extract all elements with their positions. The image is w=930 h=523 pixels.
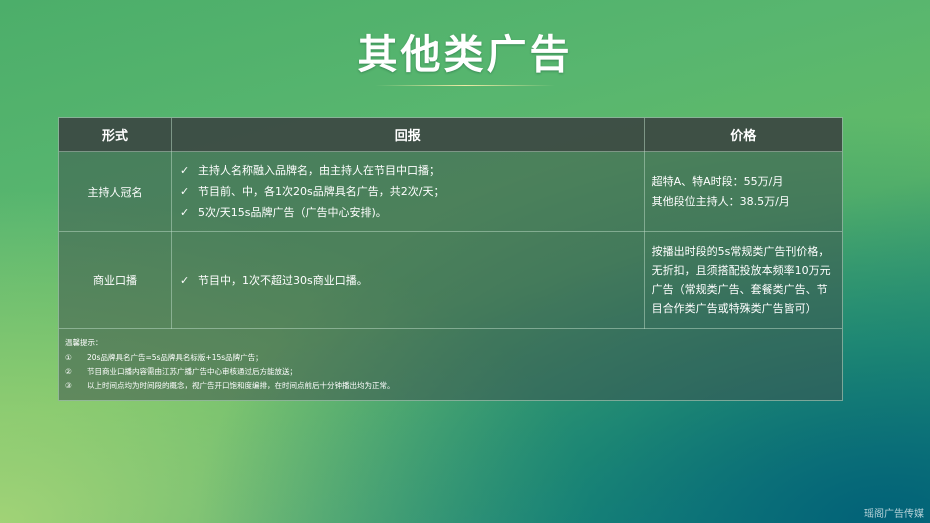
- price-cell: 超特A、特A时段：55万/月 其他段位主持人：38.5万/月: [644, 151, 842, 232]
- list-item: ✓ 5次/天15s品牌广告（广告中心安排)。: [180, 202, 643, 223]
- note-item: ② 节目商业口播内容需由江苏广播广告中心审核通过后方能放送；: [65, 367, 297, 376]
- list-item: ✓ 主持人名称融入品牌名，由主持人在节目中口播；: [180, 160, 643, 181]
- watermark: 瑶阁广告传媒: [864, 509, 924, 520]
- list-item: ✓ 节目中，1次不超过30s商业口播。: [180, 270, 643, 291]
- form-cell: 商业口播: [59, 231, 173, 329]
- notes-section: 温馨提示： ① 20s品牌具名广告=5s品牌具名标版+15s品牌广告； ② 节目商业…: [65, 336, 825, 393]
- header-form: 形式: [59, 118, 173, 152]
- checkmark-icon: ✓: [180, 164, 190, 177]
- header-returns: 回报: [171, 118, 645, 152]
- form-cell: 主持人冠名: [59, 151, 173, 232]
- returns-cell: ✓ 节目中，1次不超过30s商业口播。: [171, 231, 645, 329]
- price-cell: 按播出时段的5s常规类广告刊价格，无折扣，且须搭配投放本频率10万元广告（常规类…: [644, 231, 842, 329]
- price-line: 其他段位主持人：38.5万/月: [651, 194, 790, 208]
- ad-pricing-table: 形式 回报 价格 主持人冠名 ✓ 主持人名称融入品牌名，由主持人在节目中口播； ✓…: [58, 117, 843, 401]
- note-item: ① 20s品牌具名广告=5s品牌具名标版+15s品牌广告；: [65, 353, 263, 362]
- list-item: ✓ 节目前、中，各1次20s品牌具名广告，共2次/天；: [180, 181, 643, 202]
- note-item: ③ 以上时间点均为时间段的概念，视广告开口饱和度编排，在时间点前后十分钟播出均为正…: [65, 381, 395, 390]
- price-line: 超特A、特A时段：55万/月: [651, 174, 784, 188]
- table-row: 商业口播 ✓ 节目中，1次不超过30s商业口播。 按播出时段的5s常规类广告刊价格…: [59, 231, 842, 329]
- checkmark-icon: ✓: [180, 185, 190, 198]
- notes-heading: 温馨提示：: [65, 338, 103, 347]
- price-line: 按播出时段的5s常规类广告刊价格，无折扣，且须搭配投放本频率10万元广告（常规类…: [651, 245, 831, 315]
- returns-cell: ✓ 主持人名称融入品牌名，由主持人在节目中口播； ✓ 节目前、中，各1次20s品牌具…: [171, 151, 645, 232]
- page-title: 其他类广告: [357, 32, 573, 78]
- table-header-row: 形式 回报 价格: [59, 118, 842, 152]
- title-divider: [375, 85, 555, 86]
- header-price: 价格: [644, 118, 842, 152]
- table-row: 主持人冠名 ✓ 主持人名称融入品牌名，由主持人在节目中口播； ✓ 节目前、中，各1次…: [59, 151, 842, 232]
- checkmark-icon: ✓: [180, 206, 190, 219]
- checkmark-icon: ✓: [180, 273, 190, 287]
